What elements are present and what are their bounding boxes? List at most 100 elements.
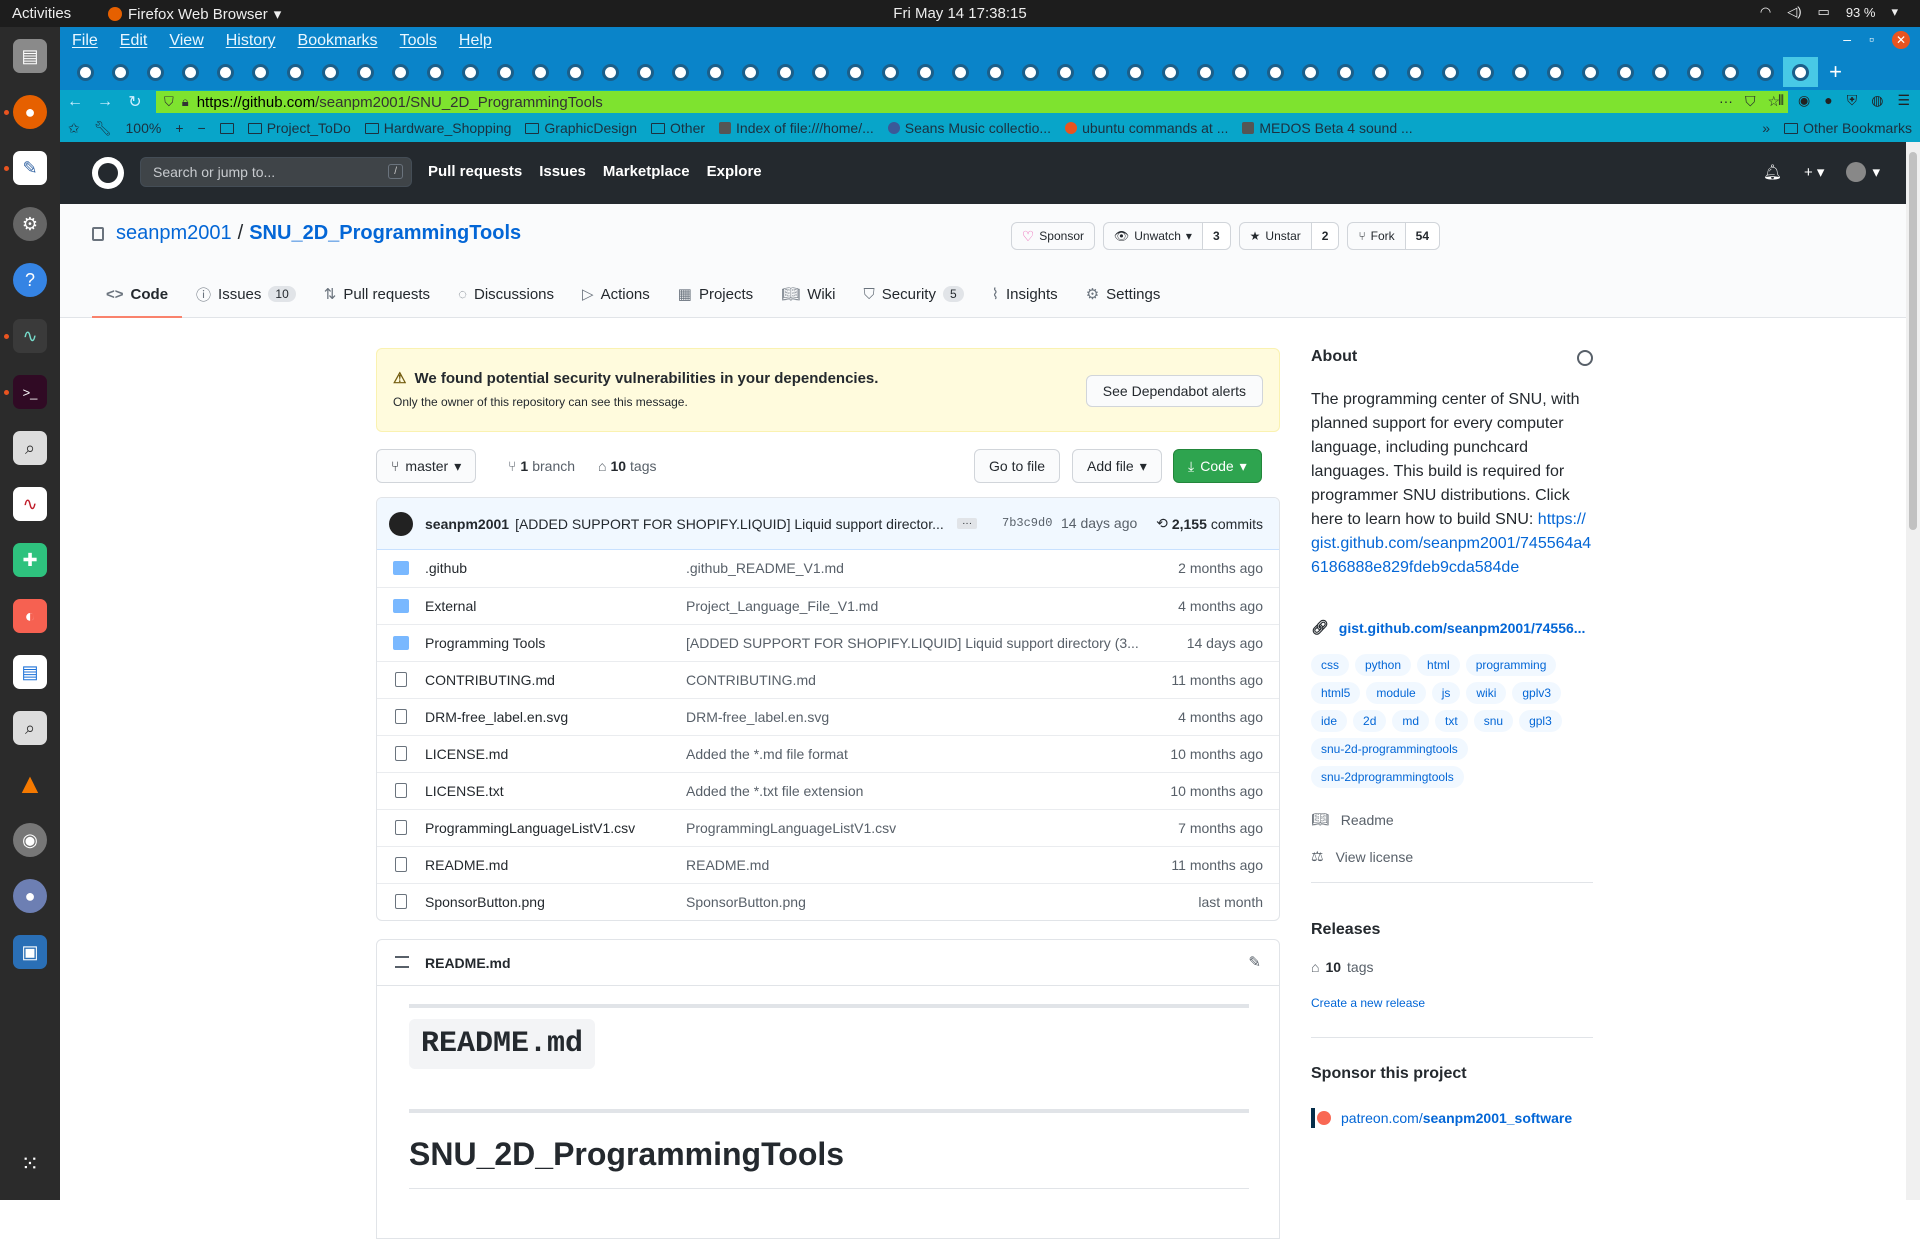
readme-link[interactable]: 📖︎ Readme — [1311, 811, 1394, 828]
browser-tab[interactable] — [1293, 57, 1328, 87]
text-editor-icon[interactable]: ✎ — [13, 151, 47, 185]
browser-tab[interactable] — [943, 57, 978, 87]
file-name-link[interactable]: CONTRIBUTING.md — [425, 672, 555, 688]
browser-tab[interactable] — [1503, 57, 1538, 87]
topic-tag[interactable]: snu — [1473, 710, 1514, 732]
sponsor-button[interactable]: ♡ Sponsor — [1010, 222, 1095, 250]
browser-tab[interactable] — [348, 57, 383, 87]
file-commit-message[interactable]: Added the *.txt file extension — [686, 783, 1146, 799]
fork-count[interactable]: 54 — [1404, 223, 1439, 249]
bookmark-music-collection[interactable]: Seans Music collectio... — [887, 120, 1051, 136]
disk-icon[interactable]: ◉ — [13, 823, 47, 857]
nav-issues[interactable]: Issues — [539, 163, 586, 180]
file-commit-message[interactable]: DRM-free_label.en.svg — [686, 709, 1146, 725]
browser-tab[interactable] — [383, 57, 418, 87]
file-commit-message[interactable]: [ADDED SUPPORT FOR SHOPIFY.LIQUID] Liqui… — [686, 635, 1146, 651]
create-release-link[interactable]: Create a new release — [1311, 996, 1425, 1010]
file-name-link[interactable]: DRM-free_label.en.svg — [425, 709, 568, 725]
license-link[interactable]: ⚖ View license — [1311, 848, 1413, 865]
create-new-icon[interactable]: + ▾ — [1804, 163, 1824, 181]
bookmark-project-todo[interactable]: Project_ToDo — [247, 120, 351, 136]
settings-icon[interactable]: ⚙ — [13, 207, 47, 241]
tab-projects[interactable]: ▦ Projects — [664, 272, 767, 318]
tab-pull-requests[interactable]: ⇅ Pull requests — [310, 272, 444, 318]
bookmark-other[interactable]: Other — [651, 120, 705, 136]
nav-marketplace[interactable]: Marketplace — [603, 163, 690, 180]
menu-edit[interactable]: Edit — [120, 32, 148, 50]
topic-tag[interactable]: js — [1431, 682, 1461, 704]
browser-tab[interactable] — [1573, 57, 1608, 87]
commit-message[interactable]: [ADDED SUPPORT FOR SHOPIFY.LIQUID] Liqui… — [515, 516, 947, 532]
zoom-in-icon[interactable]: + — [175, 120, 183, 136]
tab-issues[interactable]: ⓘ Issues 10 — [182, 272, 310, 318]
menu-history[interactable]: History — [226, 32, 276, 50]
bookmark-hardware-shopping[interactable]: Hardware_Shopping — [364, 120, 511, 136]
code-button[interactable]: ⤓ Code ▾ — [1173, 449, 1262, 483]
system-tray[interactable]: ◠ ◁) ▭ 93 % ▾ — [1760, 4, 1898, 20]
file-commit-message[interactable]: SponsorButton.png — [686, 894, 1146, 910]
puzzle-icon[interactable]: ✚ — [13, 543, 47, 577]
audio-editor-icon[interactable]: ∿ — [13, 487, 47, 521]
topic-tag[interactable]: snu-2dprogrammingtools — [1311, 766, 1464, 788]
file-name-link[interactable]: Programming Tools — [425, 635, 545, 651]
menu-help[interactable]: Help — [459, 32, 492, 50]
url-bar[interactable]: ⛉ 🔒︎ https://github.com/seanpm2001/SNU_2… — [156, 91, 1788, 113]
lock-icon[interactable]: 🔒︎ — [182, 94, 189, 110]
tab-insights[interactable]: ⌇ Insights — [978, 272, 1072, 318]
browser-tab[interactable] — [663, 57, 698, 87]
help-icon[interactable]: ? — [13, 263, 47, 297]
wrench-icon[interactable]: 🔧︎ — [94, 120, 112, 137]
zoom-out-icon[interactable]: − — [198, 120, 206, 136]
browser-tab[interactable] — [103, 57, 138, 87]
edit-pencil-icon[interactable]: ✎ — [1248, 953, 1261, 971]
file-name-link[interactable]: README.md — [425, 857, 508, 873]
tab-discussions[interactable]: ◌ Discussions — [444, 272, 568, 318]
bookmark-medos[interactable]: MEDOS Beta 4 sound ... — [1242, 120, 1413, 136]
topic-tag[interactable]: snu-2d-programmingtools — [1311, 738, 1468, 760]
file-name-link[interactable]: LICENSE.txt — [425, 783, 504, 799]
repo-owner-link[interactable]: seanpm2001 — [116, 222, 232, 245]
patreon-link[interactable]: patreon.com/seanpm2001_software — [1311, 1108, 1572, 1128]
topic-tag[interactable]: html5 — [1311, 682, 1361, 704]
releases-title[interactable]: Releases — [1311, 921, 1380, 939]
account-icon[interactable]: ◉ — [1798, 92, 1810, 109]
toggle-app-icon[interactable]: ◐ — [13, 599, 47, 633]
nav-pull-requests[interactable]: Pull requests — [428, 163, 522, 180]
branches-link[interactable]: ⑂ 1 branch — [508, 458, 575, 474]
browser-tab[interactable] — [1713, 57, 1748, 87]
new-folder-icon[interactable] — [219, 122, 234, 134]
repo-name-link[interactable]: SNU_2D_ProgrammingTools — [249, 222, 521, 245]
browser-tab[interactable] — [1258, 57, 1293, 87]
browser-tab[interactable] — [138, 57, 173, 87]
bookmark-ubuntu-commands[interactable]: ubuntu commands at ... — [1065, 120, 1228, 136]
forward-icon[interactable]: → — [90, 93, 120, 111]
browser-tab[interactable] — [1643, 57, 1678, 87]
tab-wiki[interactable]: 📖︎ Wiki — [767, 272, 849, 318]
virtualbox-icon[interactable]: ▣ — [13, 935, 47, 969]
github-extension-icon[interactable]: ◍ — [1871, 92, 1883, 109]
firefox-icon[interactable]: ● — [13, 95, 47, 129]
topic-tag[interactable]: module — [1366, 682, 1426, 704]
file-name-link[interactable]: ProgrammingLanguageListV1.csv — [425, 820, 635, 836]
commit-sha[interactable]: 7b3c9d0 — [1002, 516, 1052, 530]
expand-commit-icon[interactable]: ··· — [957, 518, 978, 529]
topic-tag[interactable]: python — [1355, 654, 1412, 676]
browser-tab[interactable] — [68, 57, 103, 87]
user-menu[interactable]: ▾ — [1846, 162, 1880, 182]
topic-tag[interactable]: ide — [1311, 710, 1348, 732]
file-name-link[interactable]: .github — [425, 560, 467, 576]
browser-tab[interactable] — [908, 57, 943, 87]
file-commit-message[interactable]: CONTRIBUTING.md — [686, 672, 1146, 688]
other-bookmarks[interactable]: Other Bookmarks — [1784, 120, 1912, 136]
topic-tag[interactable]: wiki — [1466, 682, 1507, 704]
files-icon[interactable]: ▤ — [13, 39, 47, 73]
fork-button[interactable]: ⑂ Fork 54 — [1347, 222, 1440, 250]
add-file-button[interactable]: Add file ▾ — [1072, 449, 1162, 483]
browser-tab[interactable] — [803, 57, 838, 87]
website-link[interactable]: 🔗︎ gist.github.com/seanpm2001/74556... — [1311, 619, 1585, 636]
star-count[interactable]: 2 — [1310, 223, 1339, 249]
browser-tab[interactable] — [1608, 57, 1643, 87]
browser-tab[interactable] — [208, 57, 243, 87]
zoom-level[interactable]: 100% — [126, 120, 162, 136]
extension-icon[interactable]: ● — [1824, 92, 1832, 109]
